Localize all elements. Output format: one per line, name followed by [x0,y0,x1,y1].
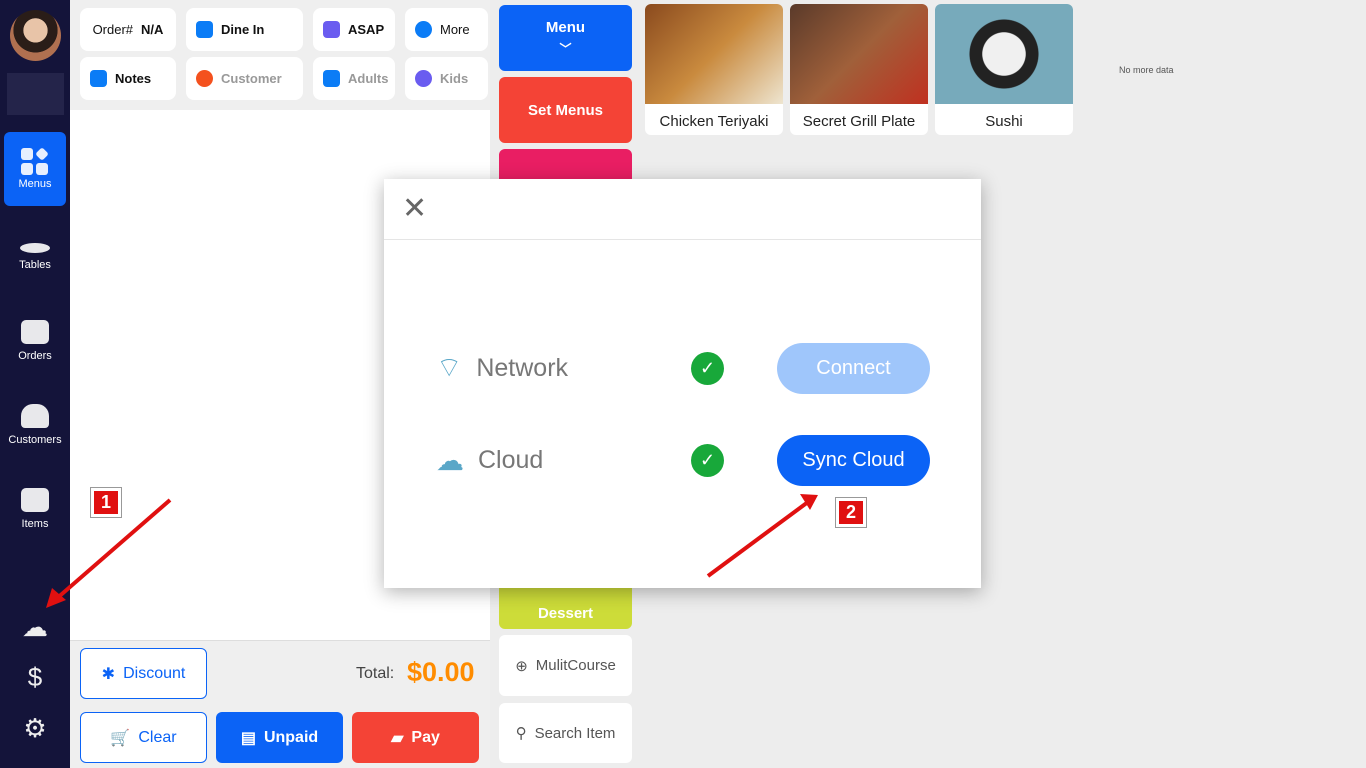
annotation-badge: 1 [91,488,121,517]
arrow-2 [706,500,810,578]
annotation-arrows [46,494,818,608]
annotation-badge: 2 [836,498,866,527]
